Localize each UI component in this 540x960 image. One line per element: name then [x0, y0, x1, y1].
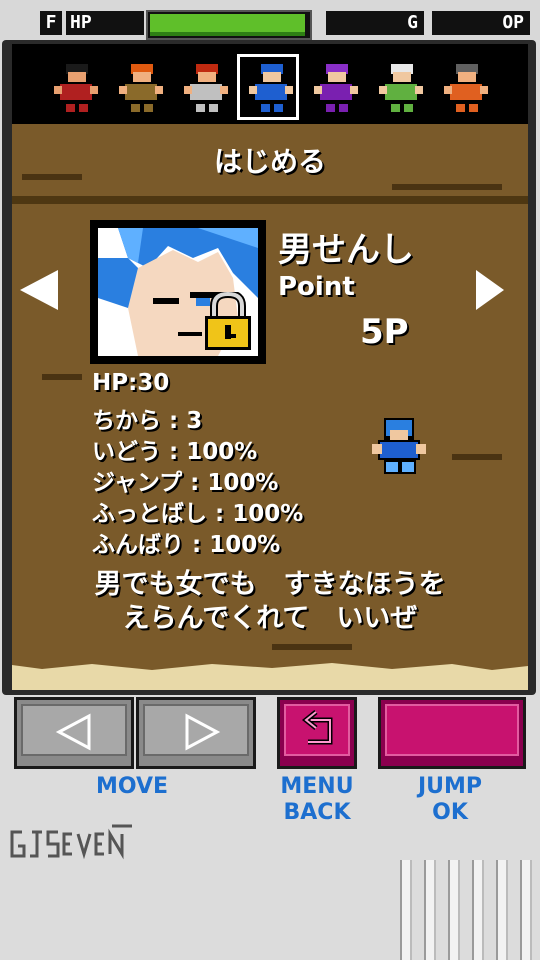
point-label: Point — [278, 272, 355, 302]
back-arrow-icon — [301, 710, 333, 745]
speaker-grille-slot — [448, 860, 460, 960]
character-name: 男せんし — [278, 230, 414, 270]
menu-back-button[interactable] — [277, 697, 357, 769]
divider — [12, 196, 528, 204]
character-1-portrait[interactable] — [52, 58, 100, 116]
triangle-left-icon — [55, 713, 91, 751]
move-right-button[interactable] — [136, 697, 256, 769]
stat-move: いどう : 100% — [92, 439, 258, 465]
move-left-button[interactable] — [14, 697, 134, 769]
speaker-grille-slot — [472, 860, 484, 960]
dialog-line-2: えらんでくれて いいぜ — [122, 603, 418, 634]
jump-label: JUMP — [417, 774, 483, 799]
stat-power: ちから : 3 — [92, 408, 203, 434]
ground-strip — [12, 660, 528, 690]
speaker-grille-slot — [424, 860, 436, 960]
character-2-portrait[interactable] — [117, 58, 165, 116]
op-counter: OP — [432, 11, 530, 35]
speaker-grille-slot — [520, 860, 532, 960]
hp-label: HP — [66, 11, 144, 35]
brand-logo — [10, 824, 132, 860]
move-label: MOVE — [95, 774, 169, 799]
character-portrait — [90, 220, 266, 364]
speaker-grille-slot — [496, 860, 508, 960]
point-value: 5P — [360, 312, 409, 352]
gold-counter: G — [326, 11, 424, 35]
jump-ok-button[interactable] — [378, 697, 526, 769]
menu-label: MENU — [280, 774, 354, 799]
previous-character-arrow[interactable] — [20, 270, 58, 310]
character-5-portrait[interactable] — [312, 58, 360, 116]
start-button[interactable]: はじめる — [12, 140, 528, 180]
stat-jump: ジャンプ : 100% — [92, 470, 279, 496]
character-3-portrait[interactable] — [182, 58, 230, 116]
speaker-grille-slot — [400, 860, 412, 960]
back-label: BACK — [283, 800, 351, 825]
triangle-right-icon — [185, 713, 221, 751]
stat-hp: HP:30 — [92, 370, 170, 396]
hp-bar-shade — [150, 32, 305, 36]
hp-bar — [146, 10, 312, 40]
stat-knockback: ふっとばし : 100% — [92, 501, 304, 527]
character-sprite — [372, 418, 426, 474]
stat-stability: ふんばり : 100% — [92, 532, 281, 558]
next-character-arrow[interactable] — [476, 270, 504, 310]
character-7-portrait[interactable] — [442, 58, 490, 116]
character-6-portrait[interactable] — [377, 58, 425, 116]
top-hud: F HP G OP — [0, 0, 540, 40]
selection-cursor — [237, 54, 299, 120]
ok-label: OK — [432, 800, 468, 825]
lock-icon — [205, 292, 251, 350]
f-indicator: F — [40, 11, 62, 35]
